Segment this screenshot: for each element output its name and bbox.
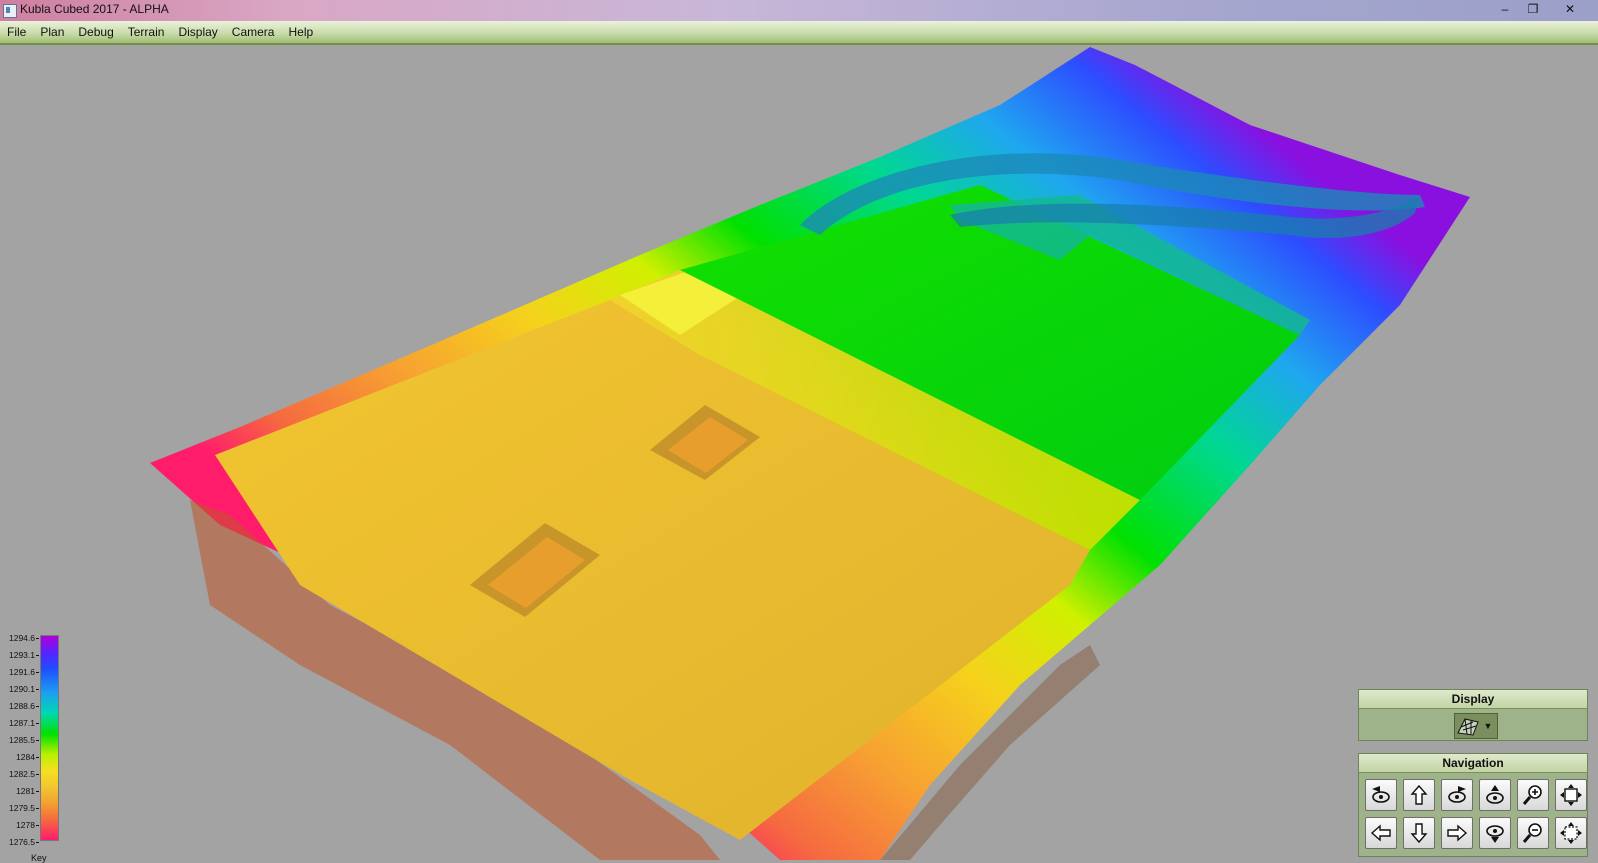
pan-all-icon [1560,822,1582,844]
zoom-in-button[interactable] [1517,779,1549,811]
tilt-up-button[interactable] [1479,779,1511,811]
zoom-in-icon [1522,785,1542,805]
menu-terrain[interactable]: Terrain [121,21,172,43]
tilt-down-icon [1486,825,1504,843]
key-label: 1278 [0,820,39,830]
key-label: 1281 [0,786,39,796]
pan-up-icon [1410,784,1428,805]
orbit-right-icon [1448,786,1466,803]
key-label: 1282.5 [0,769,39,779]
key-label: 1294.6 [0,633,39,643]
chevron-down-icon: ▼ [1483,721,1493,731]
key-label: 1287.1 [0,718,39,728]
elevation-key: 1294.6 1293.1 1291.6 1290.1 1288.6 1287.… [0,633,70,863]
display-panel: Display ▼ [1358,689,1588,741]
pan-right-button[interactable] [1441,817,1473,849]
menu-file[interactable]: File [0,21,33,43]
pan-left-icon [1370,824,1391,842]
key-color-bar [40,635,59,841]
display-panel-title: Display [1359,690,1587,709]
close-button[interactable]: ✕ [1548,1,1592,18]
key-label: 1288.6 [0,701,39,711]
zoom-out-icon [1522,823,1542,843]
tilt-down-button[interactable] [1479,817,1511,849]
orbit-left-button[interactable] [1365,779,1397,811]
terrain-mesh-icon [1457,718,1479,736]
window-title: Kubla Cubed 2017 - ALPHA [20,2,169,16]
fit-view-icon [1560,784,1582,806]
pan-up-button[interactable] [1403,779,1435,811]
menu-debug[interactable]: Debug [71,21,120,43]
menu-help[interactable]: Help [281,21,320,43]
key-title: Key [31,853,47,863]
navigation-panel: Navigation [1358,753,1588,857]
display-mode-dropdown[interactable]: ▼ [1454,713,1498,739]
menu-bar: File Plan Debug Terrain Display Camera H… [0,21,1598,45]
pan-down-icon [1410,823,1428,844]
navigation-panel-title: Navigation [1359,754,1587,773]
key-label: 1276.5 [0,837,39,847]
fit-view-button[interactable] [1555,779,1587,811]
title-bar: Kubla Cubed 2017 - ALPHA – ❐ ✕ [0,0,1598,22]
orbit-left-icon [1372,786,1390,803]
pan-down-button[interactable] [1403,817,1435,849]
key-label: 1279.5 [0,803,39,813]
key-label: 1291.6 [0,667,39,677]
pan-all-button[interactable] [1555,817,1587,849]
key-label: 1284 [0,752,39,762]
zoom-out-button[interactable] [1517,817,1549,849]
menu-plan[interactable]: Plan [33,21,71,43]
orbit-right-button[interactable] [1441,779,1473,811]
pan-left-button[interactable] [1365,817,1397,849]
key-label: 1290.1 [0,684,39,694]
menu-display[interactable]: Display [171,21,224,43]
key-label: 1285.5 [0,735,39,745]
tilt-up-icon [1486,785,1504,804]
key-label: 1293.1 [0,650,39,660]
minimize-button[interactable]: – [1492,1,1518,18]
pan-right-icon [1447,824,1468,842]
menu-camera[interactable]: Camera [225,21,282,43]
app-icon [3,4,17,18]
restore-button[interactable]: ❐ [1520,1,1546,18]
